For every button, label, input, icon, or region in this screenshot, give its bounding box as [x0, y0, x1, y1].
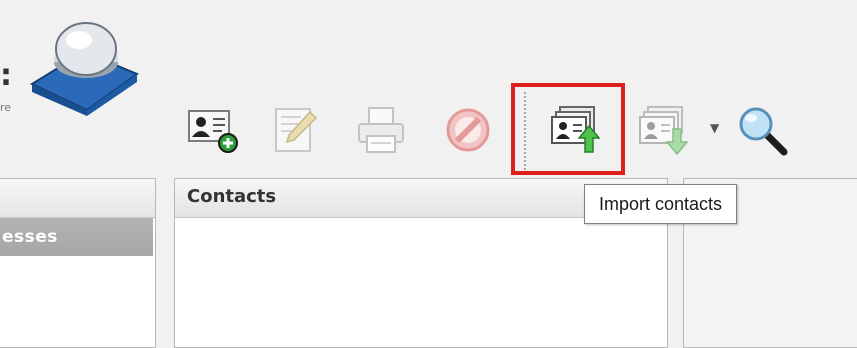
- export-dropdown-caret-icon[interactable]: ▼: [710, 121, 719, 135]
- address-book-pane-header: [0, 179, 155, 218]
- export-contacts-button[interactable]: [636, 104, 688, 156]
- add-contact-icon: [188, 110, 238, 153]
- search-button[interactable]: [736, 104, 788, 156]
- roundcube-logo-icon[interactable]: [27, 12, 142, 117]
- app-subtitle-fragment: re: [0, 101, 12, 114]
- print-button[interactable]: [355, 104, 407, 156]
- app-title-fragment: :: [0, 58, 12, 93]
- printer-icon: [358, 107, 404, 153]
- add-contact-button[interactable]: [186, 104, 238, 156]
- import-contacts-tooltip: Import contacts: [584, 184, 738, 224]
- address-book-item-selected[interactable]: esses: [0, 218, 153, 256]
- delete-contact-button[interactable]: [442, 104, 494, 156]
- delete-icon: [446, 108, 490, 152]
- highlight-annotation-box: [511, 83, 625, 175]
- export-contacts-icon: [639, 106, 688, 156]
- pencil-icon: [275, 108, 318, 152]
- magnifier-icon: [739, 107, 788, 156]
- edit-contact-button[interactable]: [270, 104, 322, 156]
- address-book-pane: esses: [0, 178, 156, 348]
